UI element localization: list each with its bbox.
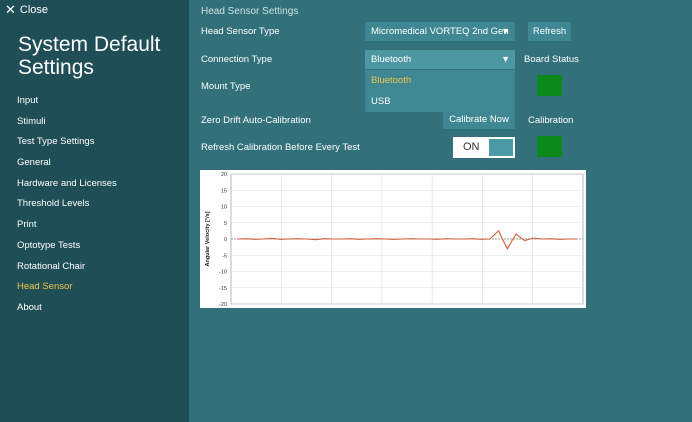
zero-drift-label: Zero Drift Auto-Calibration	[201, 115, 311, 126]
page-title-line1: System Default	[18, 33, 161, 56]
y-tick-label: -15	[219, 286, 227, 292]
sidebar-item-input[interactable]: Input	[17, 94, 117, 115]
connection-type-dropdown: Bluetooth USB	[365, 70, 515, 112]
y-tick-label: 10	[221, 205, 227, 211]
connection-type-value: Bluetooth	[371, 54, 412, 65]
sidebar: ✕ Close System Default Settings Input St…	[0, 0, 189, 422]
section-title: Head Sensor Settings	[201, 6, 299, 17]
sidebar-item-general[interactable]: General	[17, 156, 117, 177]
y-tick-label: -5	[222, 253, 227, 259]
calibration-indicator	[537, 136, 562, 157]
angular-velocity-chart: 20 15 10 5 0 -5 -10 -15 -20 Angular Velocity [°/s…	[200, 170, 586, 308]
head-sensor-type-select[interactable]: Micromedical VORTEQ 2nd Gen ▼	[365, 22, 515, 41]
main-panel: Head Sensor Settings Head Sensor Type Mi…	[189, 0, 692, 422]
page-title-line2: Settings	[18, 56, 94, 79]
chart-svg: 20 15 10 5 0 -5 -10 -15 -20 Angular Velocity [°/s…	[205, 172, 584, 308]
y-tick-label: 15	[221, 188, 227, 194]
sidebar-nav: Input Stimuli Test Type Settings General…	[17, 94, 117, 322]
connection-type-label: Connection Type	[201, 54, 273, 65]
page-title: System Default Settings	[18, 33, 160, 79]
sidebar-item-rotational-chair[interactable]: Rotational Chair	[17, 260, 117, 281]
refresh-calibration-toggle[interactable]: ON	[453, 137, 515, 158]
sidebar-item-threshold-levels[interactable]: Threshold Levels	[17, 197, 117, 218]
chevron-down-icon: ▼	[501, 26, 510, 36]
y-tick-label: -10	[219, 270, 227, 276]
refresh-calibration-label: Refresh Calibration Before Every Test	[201, 142, 360, 153]
y-tick-label: 0	[224, 237, 227, 243]
connection-type-select[interactable]: Bluetooth ▼	[365, 50, 515, 69]
close-button[interactable]: ✕ Close	[5, 2, 48, 18]
close-icon: ✕	[5, 2, 16, 17]
board-status-label: Board Status	[524, 54, 579, 65]
sidebar-item-stimuli[interactable]: Stimuli	[17, 115, 117, 136]
y-tick-label: 5	[224, 221, 227, 227]
chart-ylabel: Angular Velocity [°/s]	[205, 211, 211, 266]
toggle-state-label: ON	[463, 141, 480, 153]
close-label: Close	[19, 4, 49, 16]
calibration-label: Calibration	[528, 115, 574, 126]
y-tick-label: -20	[219, 302, 227, 308]
calibrate-now-button[interactable]: Calibrate Now	[443, 110, 515, 129]
head-sensor-type-value: Micromedical VORTEQ 2nd Gen	[371, 26, 509, 37]
chevron-down-icon: ▼	[501, 54, 510, 64]
dropdown-option-bluetooth[interactable]: Bluetooth	[365, 70, 515, 91]
mount-type-label: Mount Type	[201, 81, 251, 92]
board-status-indicator	[537, 75, 562, 96]
sidebar-item-test-type-settings[interactable]: Test Type Settings	[17, 135, 117, 156]
sidebar-item-hardware-licenses[interactable]: Hardware and Licenses	[17, 177, 117, 198]
sidebar-item-print[interactable]: Print	[17, 218, 117, 239]
y-tick-label: 20	[221, 172, 227, 178]
sidebar-item-head-sensor[interactable]: Head Sensor	[17, 280, 117, 301]
refresh-button[interactable]: Refresh	[528, 22, 571, 41]
toggle-knob	[489, 139, 513, 156]
sidebar-item-optotype-tests[interactable]: Optotype Tests	[17, 239, 117, 260]
sidebar-item-about[interactable]: About	[17, 301, 117, 322]
head-sensor-type-label: Head Sensor Type	[201, 26, 280, 37]
dropdown-option-usb[interactable]: USB	[365, 91, 515, 112]
